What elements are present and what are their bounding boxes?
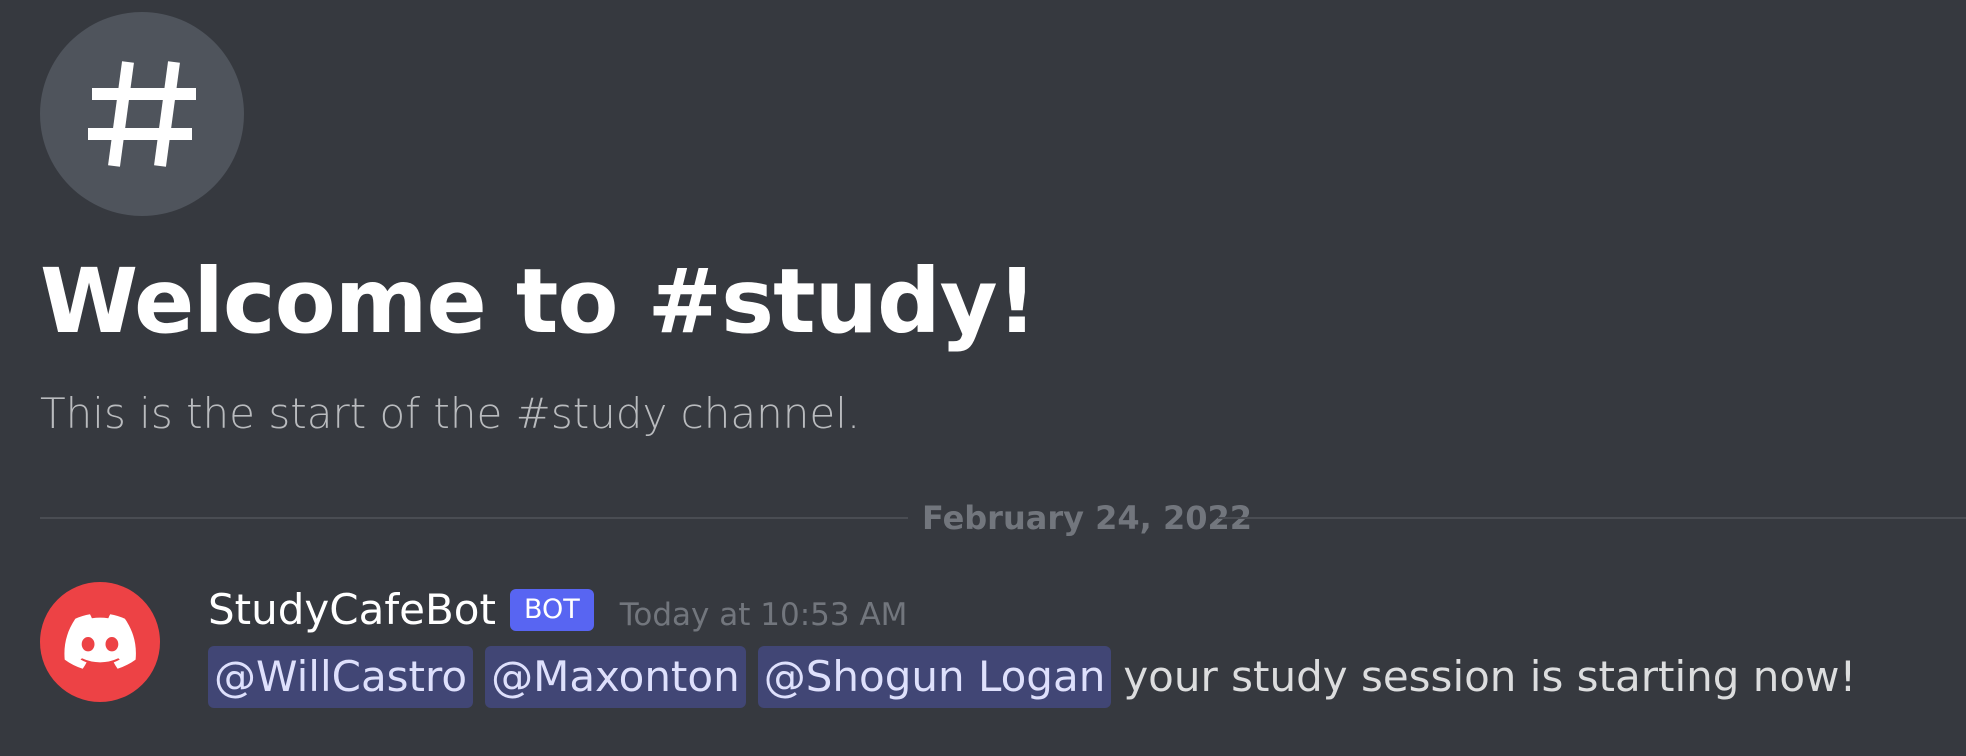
welcome-title: Welcome to #study!: [40, 249, 1037, 353]
channel-icon-badge: [40, 12, 244, 216]
divider-line-right: [1218, 517, 1966, 519]
mention-willcastro[interactable]: @WillCastro: [208, 646, 474, 708]
channel-welcome-view: Welcome to #study! This is the start of …: [0, 0, 1966, 756]
message-timestamp: Today at 10:53 AM: [619, 597, 908, 633]
message-header: StudyCafeBot BOT Today at 10:53 AM: [208, 582, 907, 638]
message-author[interactable]: StudyCafeBot: [208, 582, 496, 638]
date-divider: February 24, 2022: [40, 497, 1966, 541]
bot-tag-badge: BOT: [509, 589, 594, 631]
date-divider-label: February 24, 2022: [922, 499, 1252, 537]
mention-maxonton[interactable]: @Maxonton: [485, 646, 746, 708]
divider-line-left: [40, 517, 908, 519]
message-content: @WillCastro @Maxonton @Shogun Logan your…: [208, 646, 1856, 708]
mention-shogun-logan[interactable]: @Shogun Logan: [757, 646, 1112, 708]
discord-logo-icon: [64, 614, 136, 669]
avatar[interactable]: [40, 582, 160, 702]
message-text: your study session is starting now!: [1123, 652, 1857, 701]
welcome-subtitle: This is the start of the #study channel.: [40, 389, 861, 438]
hashtag-icon: [88, 61, 196, 167]
